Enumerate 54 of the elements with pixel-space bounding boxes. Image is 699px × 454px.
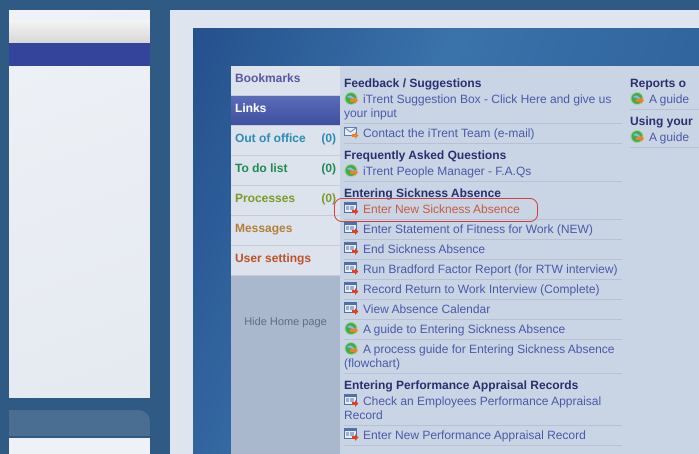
tab-count: (0) (321, 161, 336, 177)
tab-label: Processes (235, 191, 296, 207)
tab-label: User settings (235, 251, 312, 267)
form-icon (344, 262, 359, 275)
globe-icon (630, 130, 645, 143)
link[interactable]: Enter Statement of Fitness for Work (NEW) (344, 222, 622, 236)
tab-label: To do list (235, 161, 288, 177)
link[interactable]: View Absence Calendar (344, 302, 622, 316)
form-icon (344, 242, 359, 255)
form-icon (344, 428, 359, 441)
globe-icon (630, 92, 645, 105)
link[interactable]: End Sickness Absence (344, 242, 622, 256)
section-heading: Entering Sickness Absence (344, 186, 502, 200)
link[interactable]: A guide to Entering Sickness Absence (344, 322, 622, 336)
tab-label: Links (235, 101, 266, 117)
section-heading: Using your (630, 114, 694, 128)
form-icon (344, 202, 359, 215)
link[interactable]: Check an Employees Performance Appraisal Record (344, 394, 622, 422)
link[interactable]: A guide (630, 130, 699, 144)
section-heading: Frequently Asked Questions (344, 148, 508, 162)
form-icon (344, 394, 359, 407)
tab-count: (0) (321, 191, 336, 207)
globe-icon (344, 164, 359, 177)
hide-link[interactable]: Hide Home page (244, 316, 327, 328)
link[interactable]: A guide (630, 92, 699, 106)
link[interactable]: Record Return to Work Interview (Complete) (344, 282, 622, 296)
form-icon (344, 282, 359, 295)
section-heading: Feedback / Suggestions (344, 76, 482, 90)
envelope-icon (344, 126, 359, 139)
link[interactable]: Enter New Sickness Absence (344, 202, 622, 216)
link[interactable]: Contact the iTrent Team (e-mail) (344, 126, 622, 140)
form-icon (344, 302, 359, 315)
tab-label: Bookmarks (235, 71, 300, 87)
sidebar-tab[interactable]: Processes (0) (231, 186, 340, 216)
tab-count: (0) (321, 131, 336, 147)
link[interactable]: A process guide for Entering Sickness Absence (flowchart) (344, 342, 622, 370)
sidebar-tab[interactable]: Bookmarks (231, 66, 340, 96)
tab-label: Messages (235, 221, 292, 237)
section-heading: Entering Performance Appraisal Records (344, 378, 580, 392)
tab-label: Out of office (235, 131, 306, 147)
link[interactable]: Enter New Performance Appraisal Record (344, 428, 622, 442)
form-icon (344, 222, 359, 235)
sidebar-tab[interactable]: To do list (0) (231, 156, 340, 186)
globe-icon (344, 342, 359, 355)
link[interactable]: Run Bradford Factor Report (for RTW interview) (344, 262, 622, 276)
sidebar-tab[interactable]: Out of office (0) (231, 126, 340, 156)
section-heading: Reports o (630, 76, 688, 90)
link[interactable]: iTrent People Manager - F.A.Qs (344, 164, 622, 178)
globe-icon (344, 322, 359, 335)
sidebar-tab[interactable]: User settings (231, 246, 340, 276)
globe-icon (344, 92, 359, 105)
link[interactable]: iTrent Suggestion Box - Click Here and give us your input (344, 92, 622, 120)
sidebar-tab[interactable]: Messages (231, 216, 340, 246)
sidebar-tab[interactable]: Links (231, 96, 340, 126)
